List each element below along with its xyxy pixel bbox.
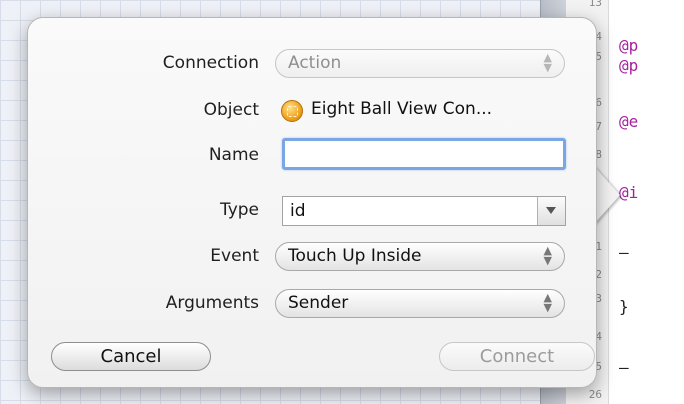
stepper-arrows-icon: ▲ ▼	[543, 244, 552, 267]
name-input[interactable]	[282, 138, 566, 170]
object-value: Eight Ball View Con...	[311, 99, 493, 119]
object-label: Object	[203, 100, 259, 120]
type-dropdown-button[interactable]	[537, 197, 565, 225]
code-line: @e	[619, 112, 639, 131]
arguments-value: Sender	[288, 293, 349, 313]
line-number: 13	[588, 0, 602, 9]
code-line: @i	[619, 183, 639, 202]
connection-label: Connection	[162, 53, 259, 73]
arguments-popup[interactable]: Sender ▲ ▼	[275, 289, 565, 318]
event-popup[interactable]: Touch Up Inside ▲ ▼	[275, 242, 565, 271]
code-line: –	[619, 358, 629, 377]
name-label: Name	[208, 145, 259, 165]
code-line: –	[619, 243, 629, 262]
arguments-label: Arguments	[165, 293, 259, 313]
event-value: Touch Up Inside	[288, 246, 422, 266]
object-value-row: Eight Ball View Con...	[277, 96, 577, 126]
connect-button[interactable]: Connect	[439, 342, 595, 371]
connection-popup: Action ▲ ▼	[275, 49, 565, 78]
type-value: id	[290, 201, 306, 221]
code-line: @p	[619, 56, 639, 75]
code-line: }	[619, 297, 629, 316]
view-controller-icon	[281, 100, 303, 122]
connection-value: Action	[288, 53, 342, 73]
type-combobox[interactable]: id	[282, 196, 566, 226]
stepper-arrows-icon: ▲ ▼	[543, 291, 552, 314]
xcode-window: 13 4 5 6 7 8 1 2 3 4 5 26 @p @p @e @i – …	[0, 0, 684, 404]
line-number: 26	[588, 388, 602, 401]
event-label: Event	[210, 246, 259, 266]
code-line: @p	[619, 36, 639, 55]
type-label: Type	[219, 200, 259, 220]
chevron-down-icon	[546, 207, 556, 214]
code-editor[interactable]: @p @p @e @i – } –	[609, 0, 684, 404]
stepper-arrows-icon: ▲ ▼	[543, 51, 552, 74]
cancel-button[interactable]: Cancel	[51, 342, 211, 371]
